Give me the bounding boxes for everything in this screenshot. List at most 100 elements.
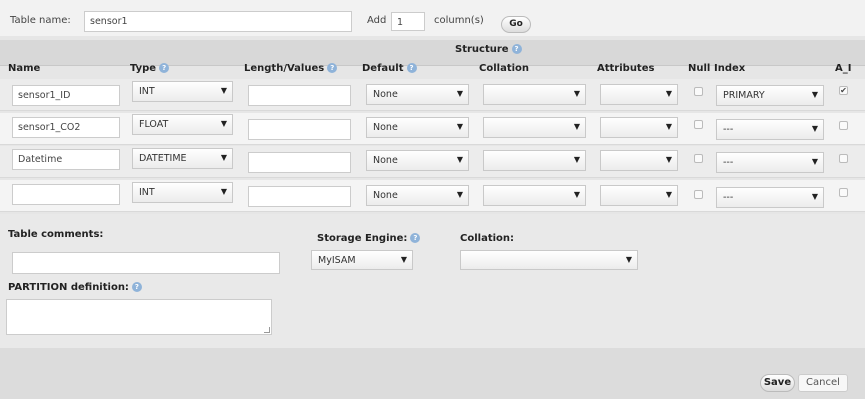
- column-index-value: PRIMARY: [723, 90, 765, 101]
- column-index-value: ---: [723, 192, 734, 203]
- null-checkbox[interactable]: [694, 154, 703, 163]
- cancel-button[interactable]: Cancel: [798, 374, 848, 392]
- column-default-select[interactable]: None ▼: [366, 84, 469, 105]
- column-type-select[interactable]: INT ▼: [132, 81, 233, 102]
- column-index-select[interactable]: PRIMARY ▼: [716, 85, 824, 106]
- chevron-down-icon: ▼: [456, 122, 463, 131]
- partition-definition-textarea[interactable]: [6, 299, 272, 335]
- column-default-value: None: [373, 155, 398, 166]
- chevron-down-icon: ▼: [573, 190, 580, 199]
- column-index-select[interactable]: --- ▼: [716, 152, 824, 173]
- null-checkbox[interactable]: [694, 87, 703, 96]
- auto-increment-checkbox[interactable]: [839, 121, 848, 130]
- column-type-value: INT: [139, 86, 155, 97]
- form-footer: [0, 348, 865, 399]
- chevron-down-icon: ▼: [811, 90, 818, 99]
- column-default-select[interactable]: None ▼: [366, 185, 469, 206]
- chevron-down-icon: ▼: [573, 155, 580, 164]
- chevron-down-icon: ▼: [665, 122, 672, 131]
- col-header-length: Length/Values?: [244, 63, 338, 74]
- column-index-value: ---: [723, 124, 734, 135]
- column-type-select[interactable]: INT ▼: [132, 182, 233, 203]
- storage-engine-select[interactable]: MyISAM ▼: [311, 250, 413, 270]
- help-icon[interactable]: ?: [410, 233, 421, 243]
- chevron-down-icon: ▼: [811, 124, 818, 133]
- help-icon[interactable]: ?: [511, 44, 522, 54]
- col-header-attributes: Attributes: [597, 63, 655, 74]
- column-default-select[interactable]: None ▼: [366, 117, 469, 138]
- column-type-select[interactable]: FLOAT ▼: [132, 114, 233, 135]
- chevron-down-icon: ▼: [665, 89, 672, 98]
- chevron-down-icon: ▼: [220, 86, 227, 95]
- column-name-input[interactable]: sensor1_ID: [12, 85, 120, 106]
- table-comments-input[interactable]: [12, 252, 280, 274]
- column-collation-select[interactable]: ▼: [483, 117, 586, 138]
- column-name-input[interactable]: [12, 184, 120, 205]
- column-default-value: None: [373, 190, 398, 201]
- column-index-select[interactable]: --- ▼: [716, 187, 824, 208]
- column-default-select[interactable]: None ▼: [366, 150, 469, 171]
- chevron-down-icon: ▼: [456, 155, 463, 164]
- chevron-down-icon: ▼: [220, 153, 227, 162]
- column-type-value: INT: [139, 187, 155, 198]
- col-header-type: Type?: [130, 63, 170, 74]
- column-index-value: ---: [723, 157, 734, 168]
- help-icon[interactable]: ?: [159, 63, 170, 73]
- storage-engine-label: Storage Engine:?: [317, 233, 421, 244]
- column-length-input[interactable]: [248, 119, 351, 140]
- column-length-input[interactable]: [248, 186, 351, 207]
- col-header-collation: Collation: [479, 63, 530, 74]
- chevron-down-icon: ▼: [665, 190, 672, 199]
- null-checkbox[interactable]: [694, 120, 703, 129]
- col-header-index: Index: [714, 63, 746, 74]
- table-name-input[interactable]: sensor1: [84, 11, 352, 32]
- column-attributes-select[interactable]: ▼: [600, 84, 678, 105]
- partition-definition-label: PARTITION definition:?: [8, 282, 142, 293]
- help-icon[interactable]: ?: [406, 63, 417, 73]
- col-header-default: Default?: [362, 63, 417, 74]
- table-collation-label: Collation:: [460, 233, 515, 244]
- resize-grip-icon[interactable]: [264, 327, 270, 333]
- auto-increment-checkbox[interactable]: ✔: [839, 86, 848, 95]
- save-button[interactable]: Save: [760, 374, 795, 392]
- col-header-ai: A_I: [835, 63, 852, 74]
- column-length-input[interactable]: [248, 85, 351, 106]
- auto-increment-checkbox[interactable]: [839, 154, 848, 163]
- column-type-value: FLOAT: [139, 119, 169, 130]
- column-type-select[interactable]: DATETIME ▼: [132, 148, 233, 169]
- help-icon[interactable]: ?: [131, 282, 142, 292]
- col-header-default-text: Default: [362, 63, 404, 74]
- chevron-down-icon: ▼: [811, 192, 818, 201]
- table-collation-select[interactable]: ▼: [460, 250, 638, 270]
- column-type-value: DATETIME: [139, 153, 187, 164]
- column-length-input[interactable]: [248, 152, 351, 173]
- chevron-down-icon: ▼: [456, 89, 463, 98]
- column-index-select[interactable]: --- ▼: [716, 119, 824, 140]
- go-button[interactable]: Go: [501, 16, 531, 33]
- column-attributes-select[interactable]: ▼: [600, 150, 678, 171]
- column-collation-select[interactable]: ▼: [483, 84, 586, 105]
- column-name-input[interactable]: Datetime: [12, 149, 120, 170]
- column-collation-select[interactable]: ▼: [483, 185, 586, 206]
- add-columns-count-input[interactable]: 1: [391, 12, 425, 31]
- chevron-down-icon: ▼: [220, 119, 227, 128]
- column-attributes-select[interactable]: ▼: [600, 185, 678, 206]
- chevron-down-icon: ▼: [665, 155, 672, 164]
- chevron-down-icon: ▼: [400, 255, 407, 264]
- column-default-value: None: [373, 89, 398, 100]
- col-header-length-text: Length/Values: [244, 63, 325, 74]
- auto-increment-checkbox[interactable]: [839, 188, 848, 197]
- column-collation-select[interactable]: ▼: [483, 150, 586, 171]
- column-attributes-select[interactable]: ▼: [600, 117, 678, 138]
- chevron-down-icon: ▼: [456, 190, 463, 199]
- storage-engine-value: MyISAM: [318, 255, 356, 266]
- columns-suffix-label: column(s): [434, 15, 484, 26]
- help-icon[interactable]: ?: [327, 63, 338, 73]
- storage-engine-label-text: Storage Engine:: [317, 233, 408, 244]
- col-header-type-text: Type: [130, 63, 157, 74]
- structure-title: Structure?: [455, 44, 522, 55]
- add-label: Add: [367, 15, 387, 26]
- column-name-input[interactable]: sensor1_CO2: [12, 117, 120, 138]
- null-checkbox[interactable]: [694, 190, 703, 199]
- col-header-null: Null: [688, 63, 711, 74]
